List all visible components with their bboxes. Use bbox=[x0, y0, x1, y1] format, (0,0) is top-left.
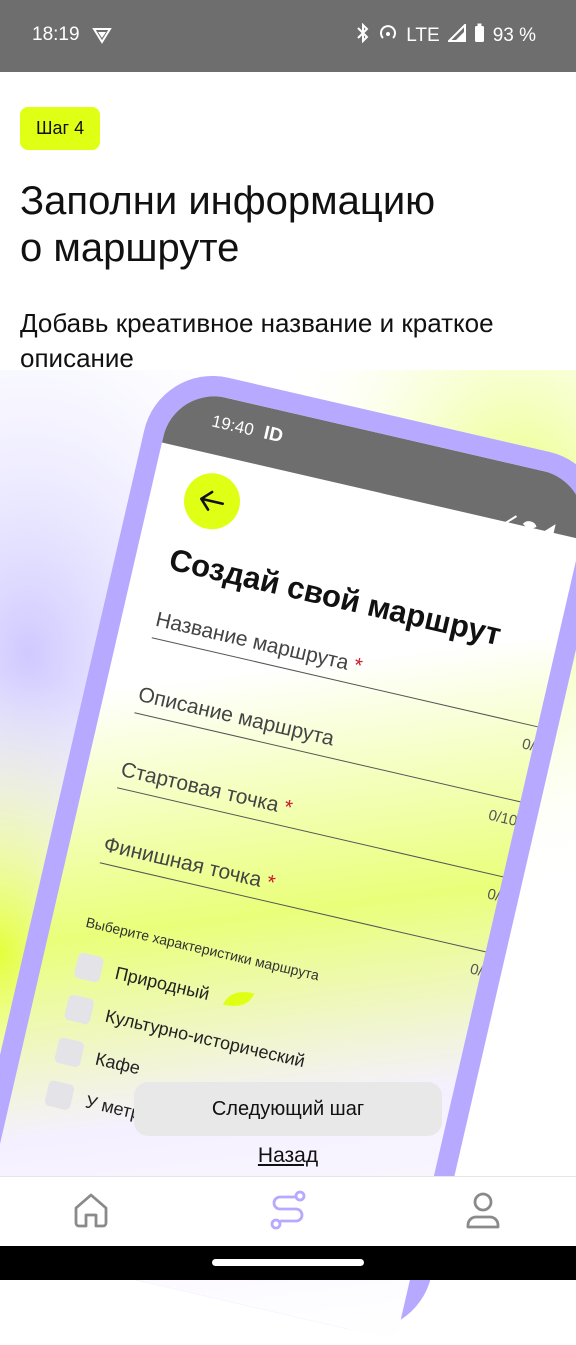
mockup-status-icons bbox=[501, 511, 561, 541]
required-mark: * bbox=[281, 795, 295, 820]
home-indicator[interactable] bbox=[212, 1259, 364, 1266]
mockup-checkbox-cafe: Кафе bbox=[53, 1036, 143, 1082]
gesture-bar bbox=[0, 1246, 576, 1280]
mockup-time: 19:40 ID bbox=[210, 410, 285, 448]
page-title-line2: о маршруте bbox=[20, 226, 240, 270]
signal-icon bbox=[446, 22, 466, 48]
route-icon bbox=[267, 1189, 309, 1236]
mockup-field-counter: 0/30 bbox=[468, 960, 501, 984]
hotspot-icon bbox=[378, 23, 398, 49]
nav-profile-button[interactable] bbox=[458, 1187, 508, 1237]
checkbox-box bbox=[73, 951, 105, 983]
status-bar: 18:19 LTE 93 % bbox=[0, 0, 576, 72]
checkbox-box bbox=[43, 1079, 76, 1111]
vpn-icon bbox=[92, 25, 112, 50]
checkbox-box bbox=[63, 993, 95, 1026]
page-subtitle: Добавь креативное название и краткое опи… bbox=[20, 308, 494, 373]
mockup-field-counter: 0/30 bbox=[485, 885, 518, 909]
nav-home-button[interactable] bbox=[66, 1187, 116, 1237]
checkbox-box bbox=[53, 1036, 85, 1068]
status-time: 18:19 bbox=[32, 24, 80, 45]
back-link[interactable]: Назад bbox=[0, 1144, 576, 1168]
bluetooth-icon bbox=[356, 22, 370, 49]
network-label: LTE bbox=[406, 25, 440, 46]
mockup-time-value: 19:40 bbox=[209, 411, 256, 440]
mockup-field-label: Описание маршрута bbox=[136, 683, 337, 751]
next-step-button[interactable]: Следующий шаг bbox=[134, 1082, 442, 1136]
leaf-icon bbox=[220, 985, 257, 1019]
mockup-field-counter: 0/1000 bbox=[486, 806, 536, 834]
mockup-field-counter: 0/30 bbox=[520, 735, 553, 759]
nav-routes-button[interactable] bbox=[263, 1187, 313, 1237]
mockup-field-label: Стартовая точка bbox=[118, 758, 282, 817]
mockup-time-suffix: ID bbox=[261, 422, 285, 448]
required-mark: * bbox=[351, 653, 365, 678]
step-badge: Шаг 4 bbox=[20, 107, 101, 150]
home-icon bbox=[70, 1189, 112, 1236]
profile-icon bbox=[462, 1189, 504, 1236]
checkbox-label: Кафе bbox=[93, 1048, 143, 1078]
page-title-line1: Заполни информацию bbox=[20, 179, 436, 223]
mockup-field-label: Финишная точка bbox=[101, 833, 264, 892]
mockup-field-label: Название маршрута bbox=[153, 607, 351, 675]
checkbox-label: Природный bbox=[113, 962, 212, 1004]
mockup-back-arrow-icon bbox=[178, 467, 246, 535]
bottom-navigation bbox=[0, 1176, 576, 1247]
battery-icon bbox=[474, 23, 485, 49]
battery-level: 93 % bbox=[492, 25, 536, 46]
page-title: Заполни информацию о маршруте bbox=[20, 178, 560, 272]
required-mark: * bbox=[264, 870, 278, 895]
